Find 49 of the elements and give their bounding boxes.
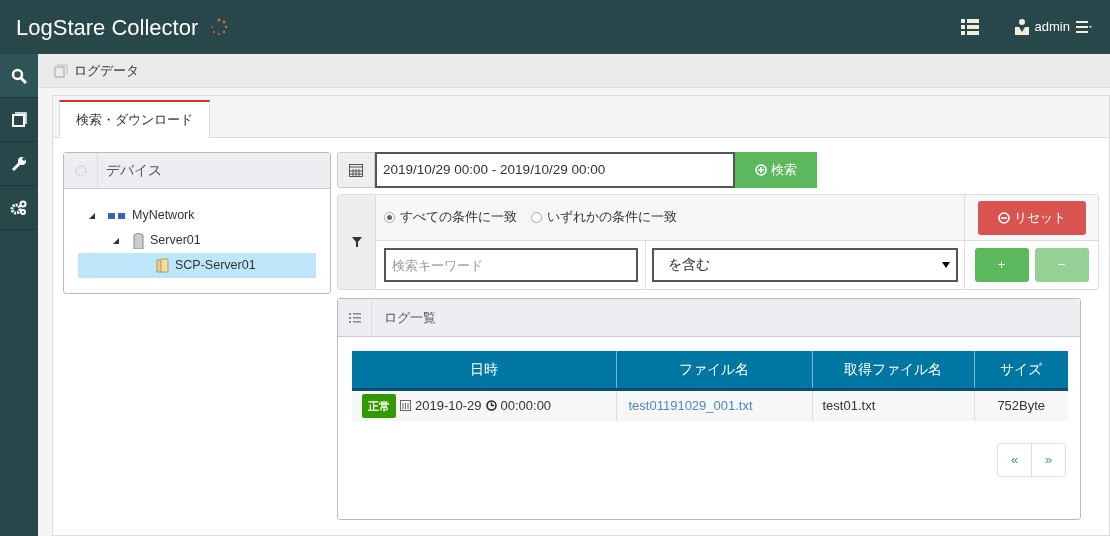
reset-button[interactable]: リセット xyxy=(977,200,1086,235)
panel-title: ログ一覧 xyxy=(384,308,436,327)
user-menu[interactable]: admin xyxy=(1014,17,1092,37)
app-title: LogStare Collector xyxy=(16,13,199,42)
radio-option[interactable]: いずれかの条件に一致 xyxy=(531,208,677,227)
list-icon[interactable] xyxy=(960,19,979,35)
expand-icon[interactable] xyxy=(112,236,120,245)
user-icon xyxy=(1014,19,1029,35)
wrench-icon[interactable] xyxy=(11,155,27,172)
caret-icon xyxy=(942,262,950,268)
minus-circle-icon xyxy=(997,211,1010,224)
radio-button[interactable] xyxy=(531,212,542,223)
spinner-icon xyxy=(74,164,87,177)
network-icon xyxy=(108,210,126,221)
panel-title: デバイス xyxy=(106,161,162,180)
table-cell: 752Byte xyxy=(974,389,1068,421)
keyword-field[interactable]: 検索キーワード xyxy=(383,248,638,282)
server-icon xyxy=(132,232,144,249)
column-header: ファイル名 xyxy=(616,351,812,389)
radio-option[interactable]: すべての条件に一致 xyxy=(384,208,517,227)
calendar-icon xyxy=(400,400,411,412)
settings-icon[interactable] xyxy=(10,199,28,216)
column-header: 取得ファイル名 xyxy=(812,351,974,389)
column-header: 日時 xyxy=(352,351,616,389)
date-text: 2019-10-29 xyxy=(415,397,482,415)
filter-icon xyxy=(351,237,362,247)
operator-dropdown[interactable]: を含む xyxy=(652,248,958,282)
list-icon xyxy=(348,312,361,323)
pagination-button[interactable]: » xyxy=(1031,443,1066,477)
status-badge: 正常 xyxy=(362,393,396,418)
folder-icon xyxy=(156,258,169,273)
calendar-icon xyxy=(349,163,363,177)
radio-button[interactable] xyxy=(384,212,395,223)
breadcrumb: ログデータ xyxy=(74,61,139,80)
plus-circle-icon xyxy=(755,164,767,176)
tree-item[interactable]: MyNetwork xyxy=(132,206,195,225)
time-text: 00:00:00 xyxy=(500,397,552,415)
table-cell: test01.txt xyxy=(812,389,974,421)
expand-icon[interactable] xyxy=(88,211,96,220)
clock-icon xyxy=(485,400,497,412)
pagination-button[interactable]: « xyxy=(997,443,1032,477)
tab[interactable]: 検索・ダウンロード xyxy=(59,100,210,138)
tree-item[interactable]: Server01 xyxy=(150,231,201,250)
column-header: サイズ xyxy=(974,351,1068,389)
search-icon[interactable] xyxy=(11,67,27,84)
spinner-icon xyxy=(210,18,229,36)
file-link[interactable]: test01191029_001.txt xyxy=(628,398,753,413)
menu-icon xyxy=(1076,21,1092,33)
date-range-field[interactable]: 2019/10/29 00:00 - 2019/10/29 00:00 xyxy=(375,152,735,188)
